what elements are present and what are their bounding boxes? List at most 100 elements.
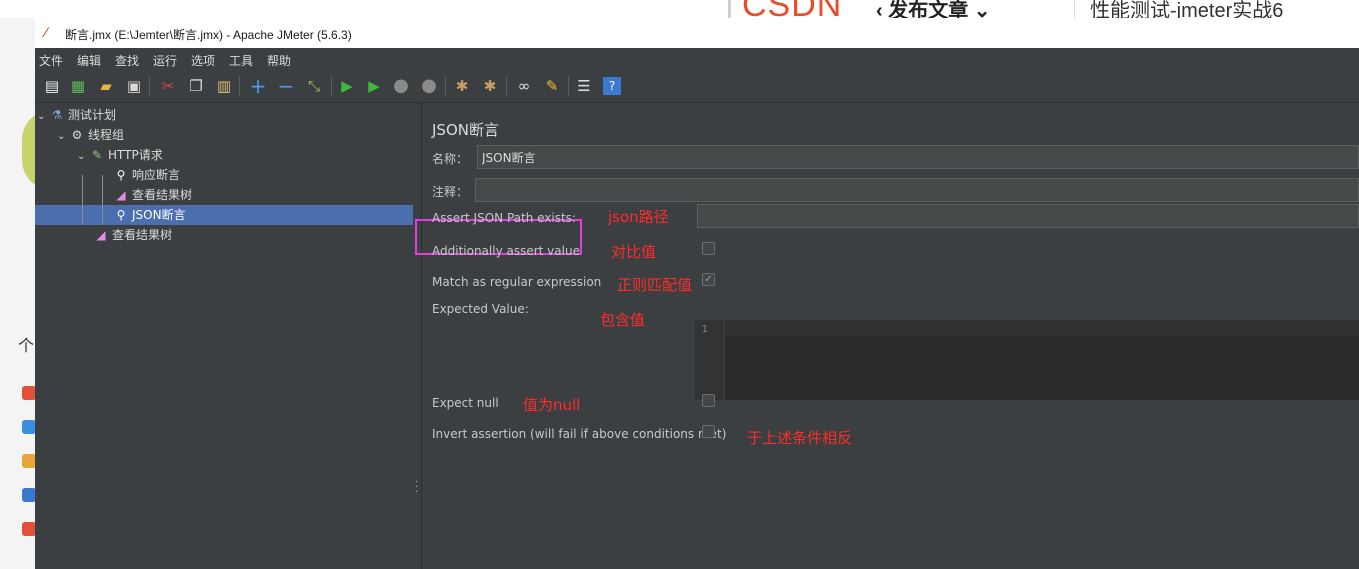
browser-divider: [728, 0, 731, 18]
tree-selection: [35, 205, 413, 225]
tree-item-http-request[interactable]: ⌄ ✎ HTTP请求: [77, 145, 163, 165]
reset-search-icon[interactable]: ✎: [543, 77, 561, 95]
expand-icon[interactable]: +: [249, 76, 267, 96]
tree-item-label: HTTP请求: [108, 148, 163, 162]
menu-file[interactable]: 文件: [39, 52, 63, 69]
json-assertion-panel: JSON断言 名称： 注释： Assert JSON Path exists: …: [415, 103, 1359, 569]
shutdown-icon[interactable]: ●: [420, 77, 438, 95]
chart-icon: ◢: [116, 188, 126, 202]
search-icon[interactable]: ∞: [515, 77, 533, 95]
cut-icon[interactable]: ✂: [159, 77, 177, 95]
name-field[interactable]: [477, 145, 1359, 169]
drag-handle-icon[interactable]: · · ·: [415, 478, 418, 498]
invert-assertion-checkbox[interactable]: [702, 425, 715, 438]
side-icon-1[interactable]: [22, 386, 36, 400]
expect-null-checkbox[interactable]: [702, 394, 715, 407]
comment-label: 注释：: [432, 185, 469, 199]
tree-item-label: 查看结果树: [112, 228, 173, 242]
side-icon-2[interactable]: [22, 420, 36, 434]
tree-item-json-assertion[interactable]: ⚲ JSON断言: [113, 205, 186, 225]
menu-run[interactable]: 运行: [153, 52, 177, 69]
expected-value-label: Expected Value:: [432, 302, 529, 316]
toolbar-separator: [506, 76, 507, 96]
menu-tools[interactable]: 工具: [229, 52, 253, 69]
side-icon-3[interactable]: [22, 454, 36, 468]
tree-item-label: 线程组: [88, 128, 125, 142]
toolbar-separator: [331, 76, 332, 96]
json-path-field[interactable]: [697, 204, 1359, 228]
menu-help[interactable]: 帮助: [267, 52, 291, 69]
annotation-invert: 于上述条件相反: [747, 429, 853, 447]
chevron-down-icon[interactable]: ⌄: [77, 147, 89, 167]
clear-all-icon[interactable]: ✱: [481, 77, 499, 95]
toolbar-separator: [239, 76, 240, 96]
magnifier-icon: ⚲: [116, 208, 126, 222]
regex-checkbox[interactable]: ✓: [702, 273, 715, 286]
chevron-down-icon[interactable]: ⌄: [57, 127, 69, 147]
copy-icon[interactable]: ❐: [187, 77, 205, 95]
annotation-contains: 包含值: [600, 311, 646, 329]
tree-item-test-plan[interactable]: ⌄ ⚗ 测试计划: [37, 105, 116, 125]
help-icon[interactable]: ?: [603, 77, 621, 95]
tree-item-view-results-tree[interactable]: ◢ 查看结果树: [93, 225, 172, 245]
toggle-icon[interactable]: ⤡: [305, 77, 323, 95]
additionally-assert-label: Additionally assert value: [432, 244, 580, 258]
new-icon[interactable]: ▤: [43, 77, 61, 95]
menu-options[interactable]: 选项: [191, 52, 215, 69]
test-plan-tree: ⌄ ⚗ 测试计划 ⌄ ⚙ 线程组 ⌄ ✎ HTTP请求 ⚲ 响应断言 ◢ 查看结果树 ⚲ JSON…: [35, 103, 413, 569]
tree-guide: [102, 175, 103, 225]
gear-icon: ⚙: [71, 128, 83, 142]
annotation-compare: 对比值: [611, 243, 657, 261]
title-bar: ⁄ 断言.jmx (E:\Jemter\断言.jmx) - Apache JMe…: [35, 18, 1359, 48]
tree-item-response-assertion[interactable]: ⚲ 响应断言: [113, 165, 180, 185]
chevron-down-icon[interactable]: ⌄: [37, 107, 49, 127]
menu-edit[interactable]: 编辑: [77, 52, 101, 69]
annotation-null: 值为null: [523, 396, 581, 414]
additionally-assert-checkbox[interactable]: [702, 242, 715, 255]
annotation-regex: 正则匹配值: [617, 276, 693, 294]
collapse-icon[interactable]: −: [277, 76, 295, 96]
tree-item-thread-group[interactable]: ⌄ ⚙ 线程组: [57, 125, 124, 145]
menu-bar: 文件 编辑 查找 运行 选项 工具 帮助: [35, 48, 1359, 70]
jmeter-window: ⁄ 断言.jmx (E:\Jemter\断言.jmx) - Apache JMe…: [35, 18, 1359, 569]
toolbar-separator: [568, 76, 569, 96]
templates-icon[interactable]: ▦: [69, 77, 87, 95]
pipette-icon: ✎: [91, 148, 103, 162]
tree-guide: [82, 175, 83, 225]
tree-item-label: 查看结果树: [132, 188, 193, 202]
tree-item-label: 测试计划: [68, 108, 117, 122]
magnifier-icon: ⚲: [116, 168, 126, 182]
regex-label: Match as regular expression: [432, 275, 602, 289]
clear-icon[interactable]: ✱: [453, 77, 471, 95]
menu-search[interactable]: 查找: [115, 52, 139, 69]
split-pane-divider[interactable]: · · ·: [413, 103, 422, 569]
flask-icon: ⚗: [51, 108, 63, 122]
start-no-pause-icon[interactable]: ▶: [365, 77, 383, 95]
jmeter-feather-icon: ⁄: [45, 24, 48, 40]
name-label: 名称：: [432, 152, 469, 166]
tree-item-view-results-tree[interactable]: ◢ 查看结果树: [113, 185, 192, 205]
toolbar-separator: [149, 76, 150, 96]
json-path-label: Assert JSON Path exists:: [432, 211, 576, 225]
tree-item-label: 响应断言: [132, 168, 181, 182]
comment-field[interactable]: [475, 178, 1359, 202]
side-char: 个: [18, 336, 35, 355]
stop-icon[interactable]: ●: [392, 77, 410, 95]
expect-null-label: Expect null: [432, 396, 499, 410]
side-icon-5[interactable]: [22, 522, 36, 536]
annotation-json-path: json路径: [608, 208, 669, 226]
expected-value-editor[interactable]: 1: [695, 320, 1359, 400]
open-icon[interactable]: ▰: [97, 77, 115, 95]
toolbar: ▤ ▦ ▰ ▣ ✂ ❐ ▥ + − ⤡ ▶ ▶ ● ● ✱ ✱ ∞ ✎ ☰ ?: [35, 70, 1359, 103]
browser-divider-2: [1074, 0, 1075, 18]
invert-assertion-label: Invert assertion (will fail if above con…: [432, 427, 727, 441]
chart-icon: ◢: [96, 228, 106, 242]
function-helper-icon[interactable]: ☰: [575, 77, 593, 95]
toolbar-separator: [445, 76, 446, 96]
tree-item-label: JSON断言: [132, 208, 186, 222]
line-number: 1: [695, 320, 725, 400]
start-icon[interactable]: ▶: [338, 77, 356, 95]
save-icon[interactable]: ▣: [125, 77, 143, 95]
side-icon-4[interactable]: [22, 488, 36, 502]
paste-icon[interactable]: ▥: [215, 77, 233, 95]
